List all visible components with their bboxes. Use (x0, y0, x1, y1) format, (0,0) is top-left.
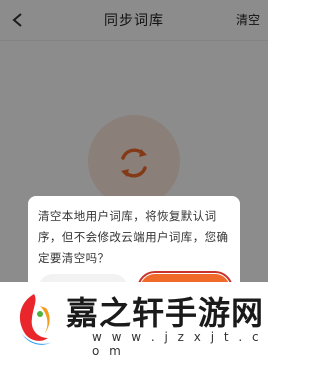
watermark-banner: 嘉之轩手游网 w w w . j z x j t . c o m (0, 282, 268, 358)
dialog-message: 清空本地用户词库，将恢复默认词序，但不会修改云端用户词库，您确定要清空吗？ (38, 209, 229, 265)
watermark-logo-icon (19, 294, 52, 345)
watermark-title: 嘉之轩手游网 (66, 294, 265, 332)
watermark-url: w w w . j z x j t . c o m (92, 330, 262, 358)
